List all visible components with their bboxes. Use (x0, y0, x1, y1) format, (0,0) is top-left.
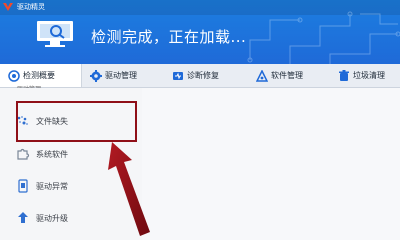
app-title: 驱动精灵 (17, 3, 45, 11)
gear-icon (90, 69, 102, 82)
app-header: 驱动精灵 检测完成，正在加载... (0, 0, 400, 64)
status-message: 检测完成，正在加载... (91, 28, 247, 46)
circuit-decoration (247, 11, 400, 64)
monitor-icon (37, 21, 73, 47)
tab-junk-clean[interactable]: 垃圾清理 (338, 64, 385, 87)
scan-icon (8, 69, 20, 82)
driver-error-icon (18, 179, 28, 193)
stethoscope-icon (173, 71, 183, 80)
tab-driver-management[interactable]: 驱动管理 (90, 64, 137, 87)
upgrade-arrow-icon (18, 212, 28, 223)
tab-software-management[interactable]: 软件管理 (256, 64, 303, 87)
app-logo-icon (3, 3, 13, 11)
trash-icon (339, 69, 349, 81)
tab-diagnose-repair[interactable]: 诊断修复 (172, 64, 219, 87)
software-icon (256, 69, 268, 82)
pointer-arrow (108, 142, 150, 236)
puzzle-icon (17, 148, 30, 160)
main-nav: 检测概要 驱动管理 诊断修复 软件管理 垃圾清理 (0, 64, 400, 88)
highlight-box (16, 101, 137, 142)
